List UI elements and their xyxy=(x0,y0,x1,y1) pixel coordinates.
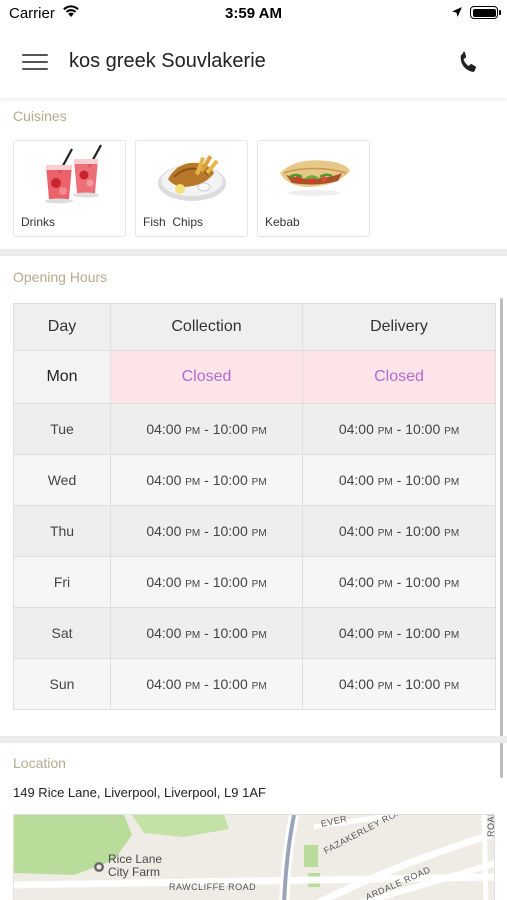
cuisine-label-kebab: Kebab xyxy=(265,215,300,229)
closed-status: Closed xyxy=(181,368,232,385)
phone-icon[interactable] xyxy=(455,50,481,76)
cuisine-card-kebab[interactable]: Kebab xyxy=(257,140,370,237)
cuisine-label-fish-chips: Fish Chips xyxy=(143,215,204,229)
column-header-day: Day xyxy=(13,303,111,351)
collection-cell: 04:00 PM - 10:00 PM xyxy=(110,556,303,608)
cuisines-label: Cuisines xyxy=(13,108,67,124)
nav-bar: kos greek Souvlakerie xyxy=(0,28,507,98)
opening-hours-table: Day Collection Delivery Mon Closed Close… xyxy=(13,303,496,710)
collection-cell: 04:00 PM - 10:00 PM xyxy=(110,658,303,710)
day-cell: Mon xyxy=(13,350,111,404)
table-row: Sat 04:00 PM - 10:00 PM 04:00 PM - 10:00… xyxy=(13,607,496,659)
section-divider xyxy=(0,736,507,743)
status-bar: Carrier 3:59 AM xyxy=(0,0,507,28)
address-text: 149 Rice Lane, Liverpool, Liverpool, L9 … xyxy=(13,785,266,800)
table-row: Thu 04:00 PM - 10:00 PM 04:00 PM - 10:00… xyxy=(13,505,496,557)
delivery-cell: 04:00 PM - 10:00 PM xyxy=(302,556,496,608)
drinks-image xyxy=(45,144,102,204)
delivery-cell: 04:00 PM - 10:00 PM xyxy=(302,658,496,710)
table-row: Mon Closed Closed xyxy=(13,350,496,404)
cuisine-card-drinks[interactable]: Drinks xyxy=(13,140,126,237)
table-row: Sun 04:00 PM - 10:00 PM 04:00 PM - 10:00… xyxy=(13,658,496,710)
collection-cell: 04:00 PM - 10:00 PM xyxy=(110,454,303,506)
delivery-cell: 04:00 PM - 10:00 PM xyxy=(302,505,496,557)
day-cell: Sat xyxy=(13,607,111,659)
cuisine-label-drinks: Drinks xyxy=(21,215,56,229)
clock: 3:59 AM xyxy=(225,5,282,22)
collection-cell: 04:00 PM - 10:00 PM xyxy=(110,607,303,659)
cuisine-card-fish-chips[interactable]: Fish Chips xyxy=(135,140,248,237)
opening-hours-label: Opening Hours xyxy=(13,269,108,285)
scrollbar[interactable] xyxy=(500,298,503,778)
table-row: Wed 04:00 PM - 10:00 PM 04:00 PM - 10:00… xyxy=(13,454,496,506)
delivery-cell: 04:00 PM - 10:00 PM xyxy=(302,403,496,455)
delivery-cell: Closed xyxy=(302,350,496,404)
kebab-image xyxy=(280,160,350,196)
map-label-road: ROAD xyxy=(486,814,495,837)
column-header-delivery: Delivery xyxy=(302,303,496,351)
content-scroll[interactable]: Cuisines Drinks Fish Chips Kebab Opening… xyxy=(0,98,507,900)
map-label-farm: Rice Lane City Farm xyxy=(108,852,163,879)
collection-cell: Closed xyxy=(110,350,303,404)
collection-cell: 04:00 PM - 10:00 PM xyxy=(110,403,303,455)
location-arrow-icon xyxy=(452,7,462,17)
hamburger-menu-icon[interactable] xyxy=(22,52,48,72)
day-cell: Tue xyxy=(13,403,111,455)
table-row: Fri 04:00 PM - 10:00 PM 04:00 PM - 10:00… xyxy=(13,556,496,608)
day-cell: Thu xyxy=(13,505,111,557)
section-divider xyxy=(0,249,507,256)
day-cell: Fri xyxy=(13,556,111,608)
delivery-cell: 04:00 PM - 10:00 PM xyxy=(302,607,496,659)
map-label-rawcliffe: RAWCLIFFE ROAD xyxy=(169,882,257,892)
delivery-cell: 04:00 PM - 10:00 PM xyxy=(302,454,496,506)
location-label: Location xyxy=(13,755,66,771)
fish-chips-image xyxy=(158,155,226,201)
location-map[interactable]: Rice Lane City Farm RAWCLIFFE ROAD FAZAK… xyxy=(13,814,495,900)
day-cell: Wed xyxy=(13,454,111,506)
day-cell: Sun xyxy=(13,658,111,710)
page-title: kos greek Souvlakerie xyxy=(69,50,266,72)
column-header-collection: Collection xyxy=(110,303,303,351)
table-row: Tue 04:00 PM - 10:00 PM 04:00 PM - 10:00… xyxy=(13,403,496,455)
battery-icon xyxy=(470,6,501,19)
closed-status: Closed xyxy=(374,368,424,385)
collection-cell: 04:00 PM - 10:00 PM xyxy=(110,505,303,557)
